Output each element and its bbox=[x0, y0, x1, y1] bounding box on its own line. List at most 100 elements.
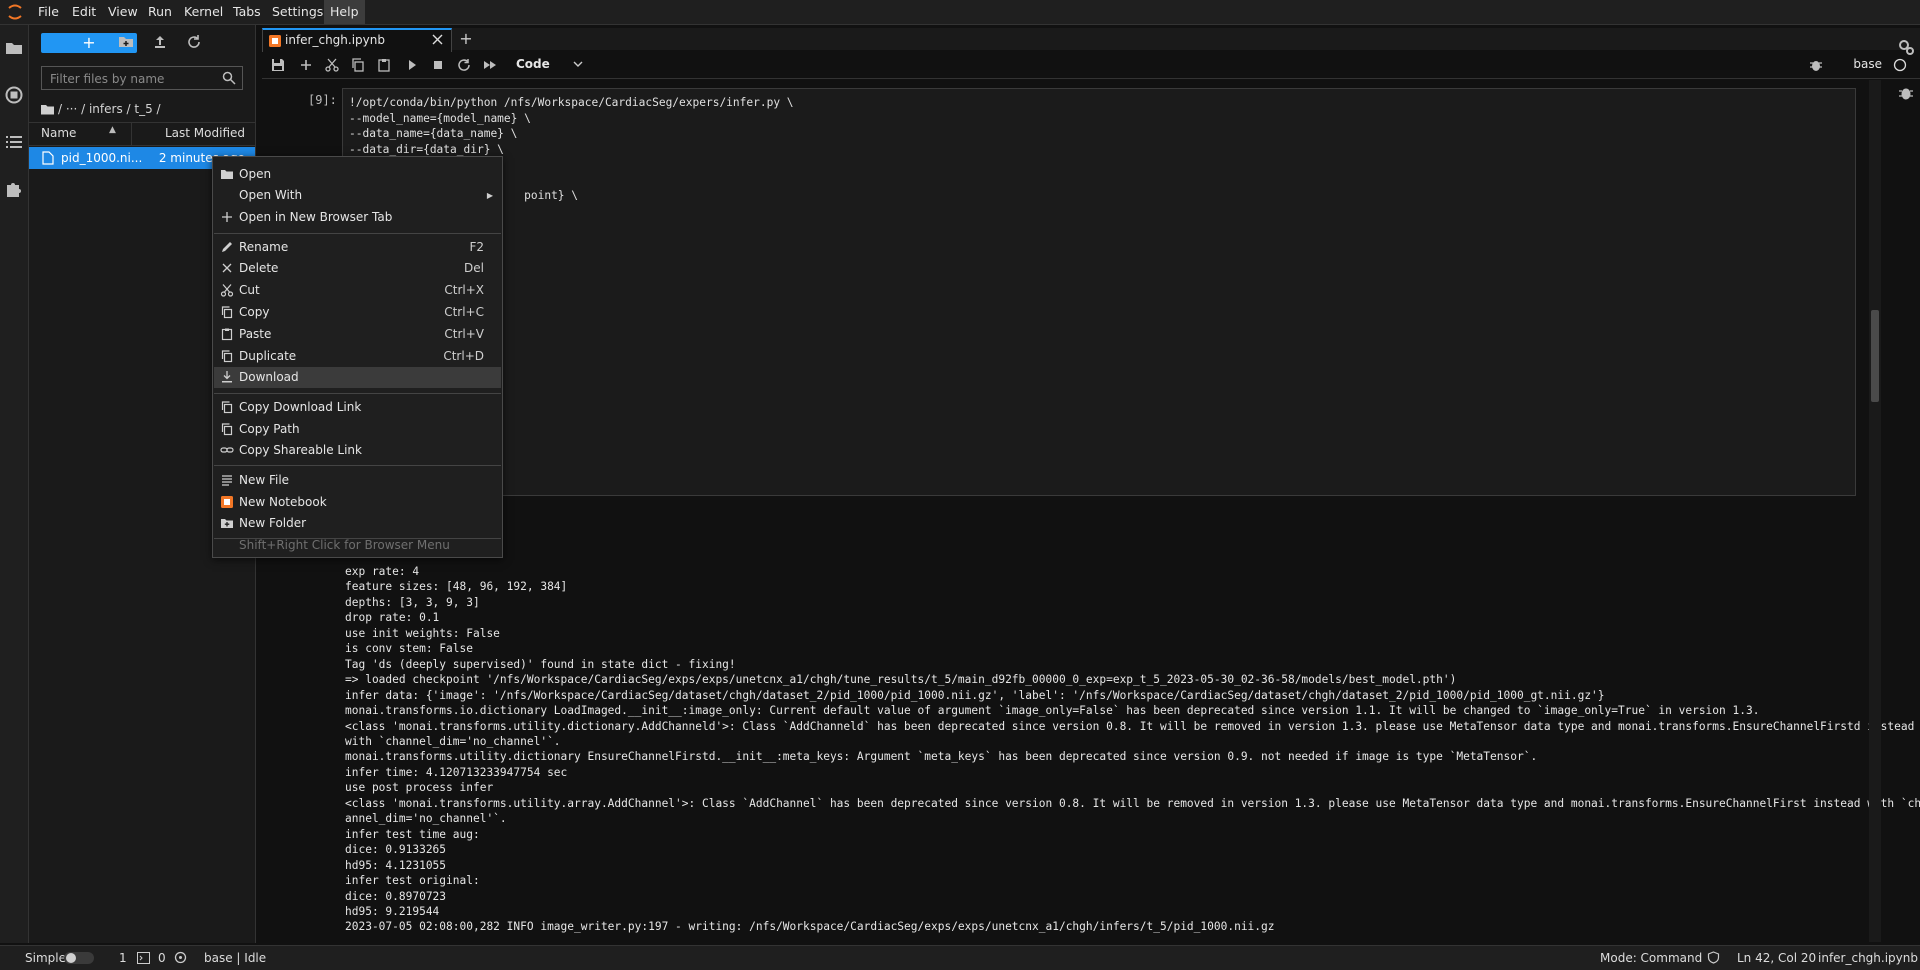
insert-cell-icon[interactable] bbox=[298, 57, 314, 73]
folder-icon[interactable] bbox=[41, 103, 54, 115]
menu-tabs[interactable]: Tabs bbox=[227, 0, 267, 24]
cursor-position[interactable]: Ln 42, Col 20 bbox=[1737, 951, 1816, 965]
scissors-icon bbox=[220, 283, 234, 297]
simple-mode-toggle[interactable] bbox=[64, 952, 94, 964]
fast-forward-icon[interactable] bbox=[482, 57, 498, 73]
file-icon bbox=[42, 151, 54, 165]
menu-help[interactable]: Help bbox=[324, 0, 365, 24]
cell-type-select[interactable]: Code bbox=[516, 57, 550, 71]
breadcrumb-path[interactable]: / ··· / infers / t_5 / bbox=[58, 102, 161, 116]
terminal-icon[interactable] bbox=[137, 952, 150, 964]
menu-item-delete[interactable]: Delete Del bbox=[214, 258, 501, 279]
paste-icon bbox=[220, 327, 234, 341]
menu-item-rename[interactable]: Rename F2 bbox=[214, 237, 501, 258]
menu-bar: File Edit View Run Kernel Tabs Settings … bbox=[0, 0, 1920, 25]
column-divider[interactable] bbox=[131, 123, 132, 145]
file-lines-icon bbox=[220, 473, 234, 487]
output-line: annel_dim='no_channel'`. bbox=[345, 812, 507, 826]
run-icon[interactable] bbox=[404, 57, 420, 73]
file-list-header: Name ▲ Last Modified bbox=[29, 122, 255, 146]
menu-item-new-folder[interactable]: New Folder bbox=[214, 513, 501, 534]
menu-edit[interactable]: Edit bbox=[66, 0, 102, 24]
menu-file[interactable]: File bbox=[32, 0, 65, 24]
code-cell-editor[interactable]: !/opt/conda/bin/python /nfs/Workspace/Ca… bbox=[342, 88, 1856, 496]
copy-icon[interactable] bbox=[350, 57, 366, 73]
output-line: depths: [3, 3, 9, 3] bbox=[345, 595, 480, 609]
current-filename: infer_chgh.ipynb bbox=[1818, 951, 1918, 965]
menu-item-new-notebook[interactable]: New Notebook bbox=[214, 492, 501, 513]
menu-item-open-new-tab[interactable]: Open in New Browser Tab bbox=[214, 207, 501, 228]
link-icon bbox=[220, 443, 234, 457]
output-line: <class 'monai.transforms.utility.array.A… bbox=[345, 796, 1920, 810]
debugger-panel-icon[interactable] bbox=[1897, 84, 1915, 102]
save-icon[interactable] bbox=[270, 57, 286, 73]
menu-item-duplicate[interactable]: Duplicate Ctrl+D bbox=[214, 346, 501, 367]
output-line: hd95: 9.219544 bbox=[345, 904, 440, 918]
refresh-icon[interactable] bbox=[185, 33, 203, 51]
terminal-count[interactable]: 1 bbox=[119, 951, 127, 965]
scrollbar-thumb[interactable] bbox=[1871, 310, 1879, 402]
menu-item-cut[interactable]: Cut Ctrl+X bbox=[214, 280, 501, 301]
code-line: --data_dir={data_dir} \ bbox=[349, 142, 504, 156]
menu-settings[interactable]: Settings bbox=[266, 0, 329, 24]
stop-icon[interactable] bbox=[430, 57, 446, 73]
kernel-status[interactable]: base | Idle bbox=[204, 951, 266, 965]
menu-item-paste[interactable]: Paste Ctrl+V bbox=[214, 324, 501, 345]
left-activity-bar bbox=[0, 25, 29, 943]
sort-ascending-icon[interactable]: ▲ bbox=[109, 125, 116, 135]
copy-icon bbox=[220, 305, 234, 319]
menu-view[interactable]: View bbox=[102, 0, 144, 24]
plus-icon bbox=[220, 210, 234, 224]
file-filter-field[interactable] bbox=[41, 66, 243, 91]
download-icon bbox=[220, 370, 234, 384]
menu-item-open[interactable]: Open bbox=[214, 164, 501, 185]
column-modified-header[interactable]: Last Modified bbox=[165, 126, 245, 140]
menu-kernel[interactable]: Kernel bbox=[178, 0, 229, 24]
chevron-down-icon[interactable] bbox=[572, 58, 584, 70]
notebook-scrollbar[interactable] bbox=[1869, 80, 1881, 942]
output-line: hd95: 4.1231055 bbox=[345, 858, 447, 872]
output-line: infer test time aug: bbox=[345, 827, 480, 841]
new-folder-button[interactable] bbox=[117, 33, 135, 51]
file-name: pid_1000.ni... bbox=[61, 151, 143, 165]
add-tab-button[interactable]: + bbox=[457, 30, 475, 48]
menu-item-copy-download-link[interactable]: Copy Download Link bbox=[214, 397, 501, 418]
restart-icon[interactable] bbox=[456, 57, 472, 73]
notebook-icon bbox=[269, 35, 281, 47]
kernel-icon[interactable] bbox=[174, 951, 187, 964]
kernel-name[interactable]: base bbox=[1853, 57, 1882, 71]
kernel-count[interactable]: 0 bbox=[158, 951, 166, 965]
tab-infer-chgh[interactable]: infer_chgh.ipynb bbox=[262, 28, 452, 52]
menu-item-open-with[interactable]: Open With ▶ bbox=[214, 185, 501, 206]
menu-item-download[interactable]: Download bbox=[214, 367, 501, 388]
upload-icon[interactable] bbox=[151, 33, 169, 51]
breadcrumb[interactable]: / ··· / infers / t_5 / bbox=[41, 101, 161, 117]
running-icon[interactable] bbox=[5, 86, 23, 104]
menu-item-copy-shareable-link[interactable]: Copy Shareable Link bbox=[214, 440, 501, 461]
toc-icon[interactable] bbox=[5, 133, 23, 151]
folder-icon[interactable] bbox=[5, 39, 23, 57]
output-line: use post process infer bbox=[345, 781, 494, 795]
close-icon[interactable] bbox=[432, 34, 443, 45]
file-filter-input[interactable] bbox=[48, 67, 222, 91]
menu-item-copy[interactable]: Copy Ctrl+C bbox=[214, 302, 501, 323]
output-line: 2023-07-05 02:08:00,282 INFO image_write… bbox=[345, 920, 1275, 934]
cell-prompt: [9]: bbox=[308, 93, 337, 107]
notebook-panel: [9]: !/opt/conda/bin/python /nfs/Workspa… bbox=[262, 80, 1920, 940]
extension-icon[interactable] bbox=[5, 180, 23, 198]
cut-icon[interactable] bbox=[324, 57, 340, 73]
close-icon bbox=[220, 261, 234, 275]
column-name-header[interactable]: Name bbox=[41, 126, 76, 140]
menu-hint-browser-menu: Shift+Right Click for Browser Menu bbox=[239, 538, 450, 552]
property-inspector-icon[interactable] bbox=[1897, 38, 1915, 56]
output-line: with `channel_dim='no_channel'`. bbox=[345, 734, 561, 748]
debugger-icon[interactable] bbox=[1808, 57, 1824, 73]
pencil-icon bbox=[220, 240, 234, 254]
menu-item-copy-path[interactable]: Copy Path bbox=[214, 419, 501, 440]
menu-item-new-file[interactable]: New File bbox=[214, 470, 501, 491]
menu-run[interactable]: Run bbox=[142, 0, 178, 24]
output-line: infer data: {'image': '/nfs/Workspace/Ca… bbox=[345, 688, 1605, 702]
trust-icon[interactable] bbox=[1707, 951, 1720, 964]
toggle-knob bbox=[66, 953, 76, 963]
paste-icon[interactable] bbox=[376, 57, 392, 73]
